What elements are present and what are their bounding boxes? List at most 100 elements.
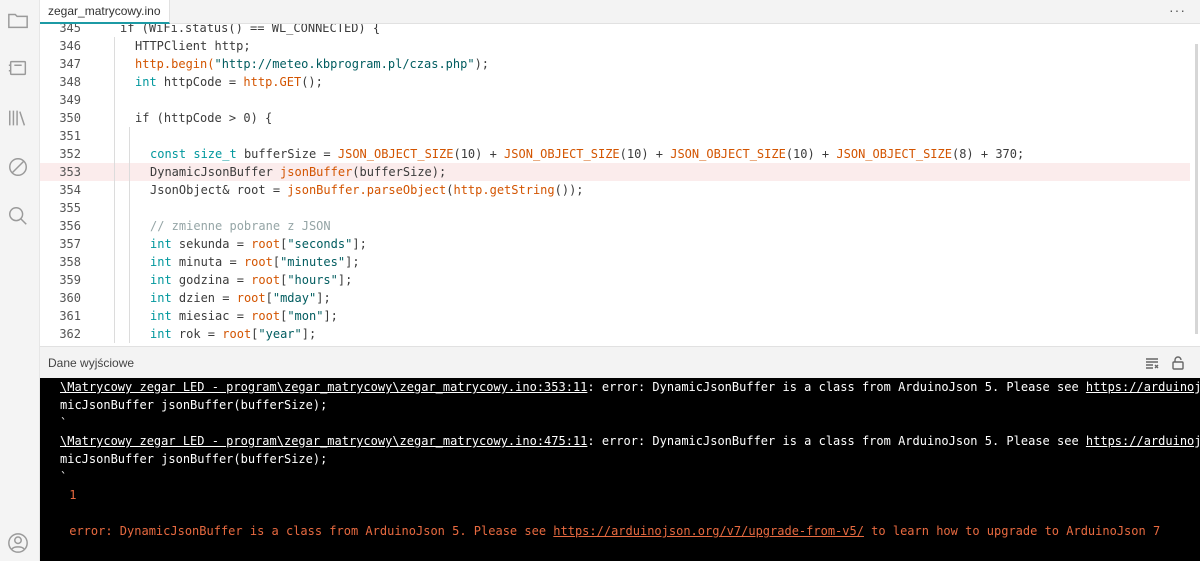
code-token: root	[251, 309, 281, 323]
indent-guide	[129, 253, 130, 271]
code-token: int	[150, 273, 172, 287]
more-actions-icon[interactable]: ···	[1169, 2, 1186, 18]
lock-scroll-icon[interactable]	[1170, 355, 1186, 371]
indent-guide	[129, 217, 130, 235]
output-panel-title: Dane wyjściowe	[48, 356, 135, 370]
code-line: 348 int httpCode = http.GET();	[40, 73, 1190, 91]
code-token: [	[265, 291, 273, 305]
code-token: http.getString	[453, 183, 555, 197]
code-token: WiFi	[148, 24, 178, 35]
code-token: root	[251, 273, 281, 287]
code-token: (10) +	[619, 147, 671, 161]
indent-guide	[114, 37, 115, 55]
code-line: 346 HTTPClient http;	[40, 37, 1190, 55]
code-token: int	[150, 237, 172, 251]
code-token: root	[222, 327, 252, 341]
boards-manager-icon[interactable]	[6, 56, 30, 80]
code-token: JSON_OBJECT_SIZE	[670, 147, 786, 161]
code-line: 362 int rok = root["year"];	[40, 325, 1190, 343]
indent-guide	[114, 289, 115, 307]
line-number: 360	[59, 291, 81, 305]
search-icon[interactable]	[6, 204, 30, 228]
code-token: root	[236, 291, 266, 305]
code-token: size_t	[193, 147, 237, 161]
console-error-line: 1	[62, 486, 76, 504]
code-token: "http://meteo.kbprogram.pl/czas.php"	[214, 57, 475, 71]
library-manager-icon[interactable]	[6, 106, 30, 130]
indent-guide	[129, 289, 130, 307]
code-token: JSON_OBJECT_SIZE	[337, 147, 454, 161]
code-token: JSON_OBJECT_SIZE	[504, 147, 620, 161]
code-line: 350 if (httpCode > 0) {	[40, 109, 1190, 127]
code-text: // zmienne pobrane z JSON	[150, 217, 331, 235]
code-editor[interactable]: 345 if (WiFi.status() == WL_CONNECTED) {3…	[40, 24, 1200, 346]
code-token: ();	[301, 75, 323, 89]
code-token: godzina =	[171, 273, 252, 287]
console-error-line: error: DynamicJsonBuffer is a class from…	[62, 522, 1160, 540]
sketchbook-icon[interactable]	[6, 8, 30, 32]
code-token: "mday"	[272, 291, 317, 305]
console-line: micJsonBuffer jsonBuffer(bufferSize);	[60, 450, 327, 468]
line-number: 353	[59, 165, 81, 179]
code-text: int dzien = root["mday"];	[150, 289, 331, 307]
indent-guide	[114, 235, 115, 253]
console-text: to learn how to upgrade to ArduinoJson 7	[863, 524, 1161, 538]
code-line: 358 int minuta = root["minutes"];	[40, 253, 1190, 271]
code-token: root	[243, 255, 273, 269]
code-text: if (httpCode > 0) {	[135, 109, 272, 127]
console-text: 1	[62, 488, 77, 502]
code-line: 351	[40, 127, 1190, 145]
indent-guide	[114, 55, 115, 73]
console-link[interactable]: https://arduinojson.org/v7/upgrade-from-…	[553, 524, 864, 538]
code-token: rok =	[171, 327, 223, 341]
indent-guide	[114, 73, 115, 91]
code-token: httpCode =	[156, 75, 244, 89]
line-number: 349	[59, 93, 81, 107]
indent-guide	[129, 235, 130, 253]
code-token: JSON_OBJECT_SIZE	[836, 147, 952, 161]
code-token: (10) +	[453, 147, 505, 161]
console-text: error: DynamicJsonBuffer is a class from…	[62, 524, 554, 538]
code-token: ];	[337, 273, 353, 287]
output-panel-header: Dane wyjściowe	[40, 346, 1200, 378]
editor-scrollbar[interactable]	[1195, 44, 1198, 334]
console-link[interactable]: https://arduinojson.org/v7/upgrade-from-…	[1086, 434, 1200, 448]
console-link[interactable]: \Matrycowy zegar LED - program\zegar_mat…	[60, 380, 587, 394]
code-token: ];	[323, 309, 338, 323]
code-token: sekunda =	[171, 237, 252, 251]
line-number: 348	[59, 75, 81, 89]
debug-icon[interactable]	[6, 155, 30, 179]
console-link[interactable]: \Matrycowy zegar LED - program\zegar_mat…	[60, 434, 587, 448]
code-text: DynamicJsonBuffer jsonBuffer(bufferSize)…	[150, 163, 446, 181]
output-console[interactable]: \Matrycowy zegar LED - program\zegar_mat…	[40, 378, 1200, 561]
line-number: 347	[59, 57, 81, 71]
code-text: const size_t bufferSize = JSON_OBJECT_SI…	[150, 145, 1024, 163]
line-number: 358	[59, 255, 81, 269]
code-line: 347 http.begin("http://meteo.kbprogram.pl…	[40, 55, 1190, 73]
console-link[interactable]: https://arduinojson.org/v7/upgrade-from-…	[1086, 380, 1200, 394]
code-text: int sekunda = root["seconds"];	[150, 235, 367, 253]
clear-output-icon[interactable]	[1144, 355, 1160, 371]
code-token: const	[150, 147, 187, 161]
code-token: "mon"	[287, 309, 324, 323]
activity-bar	[0, 0, 40, 561]
code-text: int httpCode = http.GET();	[135, 73, 323, 91]
code-token: dzien =	[171, 291, 237, 305]
code-token: miesiac =	[171, 309, 252, 323]
indent-guide	[129, 127, 130, 145]
code-token: // zmienne pobrane z JSON	[150, 219, 331, 233]
console-text: : error: DynamicJsonBuffer is a class fr…	[587, 380, 1086, 394]
indent-guide	[114, 271, 115, 289]
indent-guide	[114, 127, 115, 145]
code-token: bufferSize =	[236, 147, 338, 161]
profile-icon[interactable]	[6, 531, 30, 555]
line-number: 359	[59, 273, 81, 287]
code-token: DynamicJsonBuffer	[150, 165, 281, 179]
code-token: JsonObject& root =	[150, 183, 288, 197]
tab-zegar-matrycowy[interactable]: zegar_matrycowy.ino	[40, 0, 170, 24]
console-line: \Matrycowy zegar LED - program\zegar_mat…	[60, 378, 1200, 396]
code-token: http.begin(	[135, 57, 215, 71]
indent-guide	[129, 307, 130, 325]
editor-tab-bar: zegar_matrycowy.ino ···	[40, 0, 1200, 24]
code-line: 349	[40, 91, 1190, 109]
